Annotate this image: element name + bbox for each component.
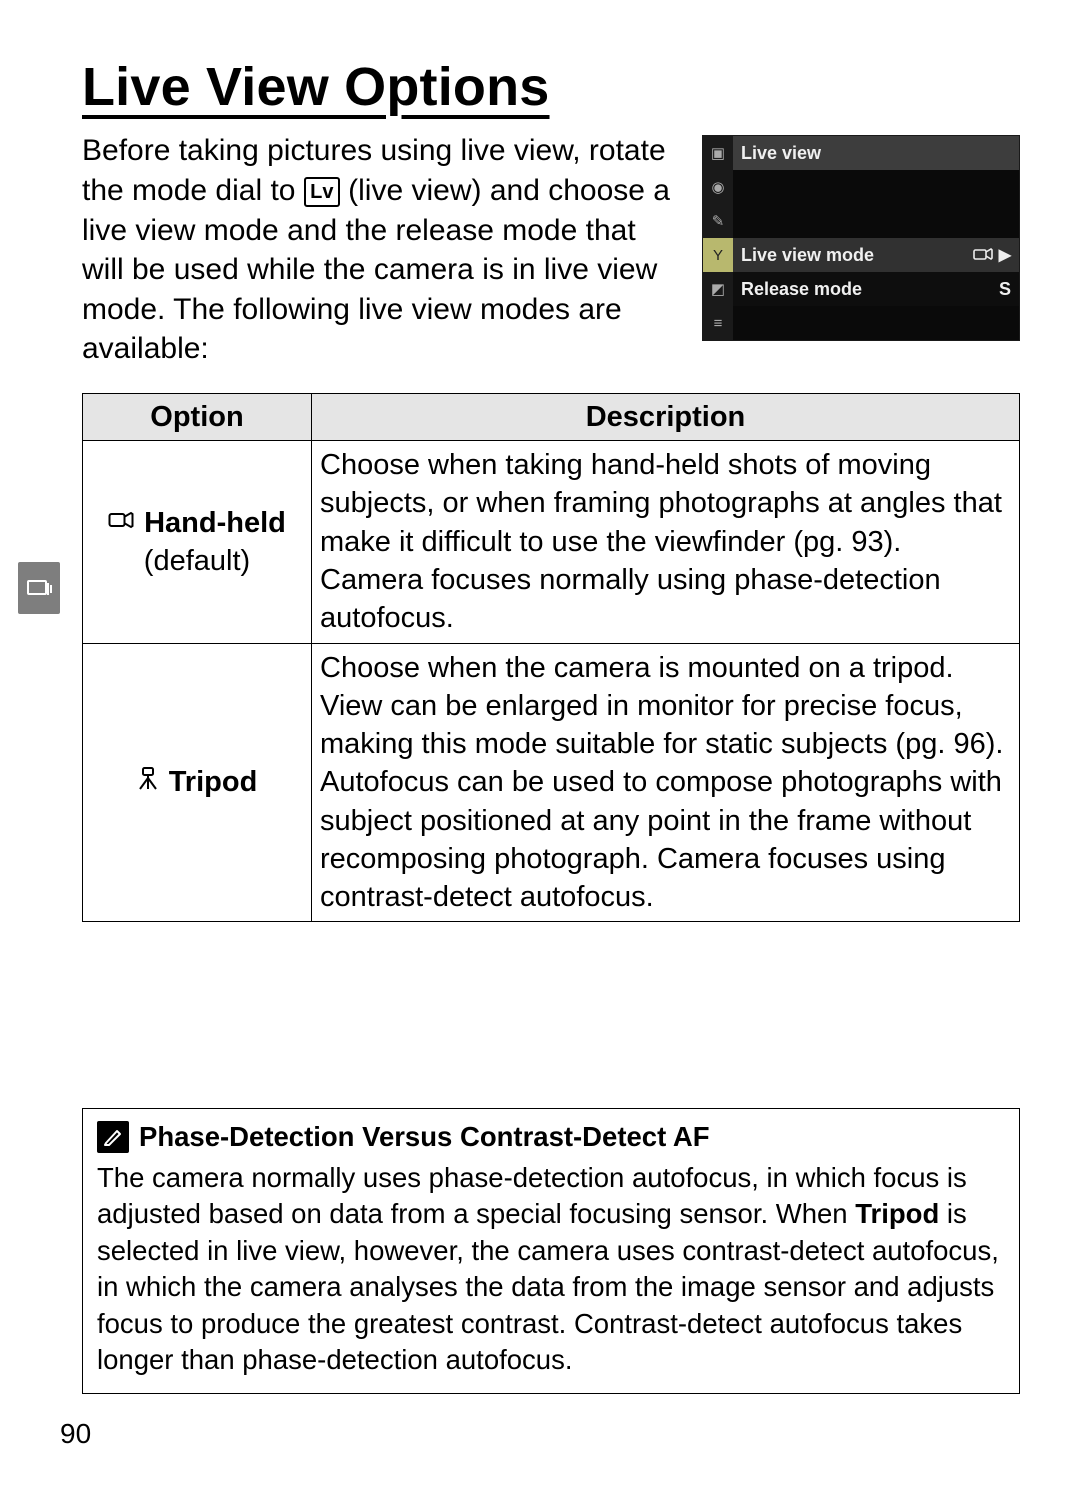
callout-body-bold: Tripod bbox=[855, 1198, 939, 1229]
camera-menu-screenshot: ▣ ◉ ✎ Y ◩ ≡ Live view Live view mode bbox=[702, 135, 1020, 341]
hand-held-icon bbox=[108, 508, 134, 537]
callout-body: The camera normally uses phase-detection… bbox=[97, 1160, 1005, 1379]
menu-live-view-mode-row: Live view mode ▶ bbox=[733, 238, 1019, 272]
option-description: Choose when the camera is mounted on a t… bbox=[312, 643, 1020, 922]
page-number: 90 bbox=[60, 1418, 91, 1450]
menu-side-icon-setup: Y bbox=[703, 238, 733, 272]
hand-held-icon bbox=[973, 245, 993, 266]
option-description: Choose when taking hand-held shots of mo… bbox=[312, 441, 1020, 643]
table-header-description: Description bbox=[312, 393, 1020, 440]
menu-release-mode-row: Release mode S bbox=[733, 272, 1019, 306]
manual-page: Live View Options Before taking pictures… bbox=[0, 0, 1080, 1486]
option-label: Hand-held bbox=[144, 504, 286, 542]
menu-side-icon-pencil: ✎ bbox=[703, 204, 733, 238]
callout-title: Phase-Detection Versus Contrast-Detect A… bbox=[139, 1119, 710, 1156]
menu-side-icon-retouch: ◩ bbox=[703, 272, 733, 306]
menu-title-row: Live view bbox=[733, 136, 1019, 170]
note-icon bbox=[97, 1121, 129, 1153]
option-sublabel: (default) bbox=[91, 542, 303, 580]
menu-side-icon-recent: ≡ bbox=[703, 306, 733, 340]
live-view-dial-icon: Lv bbox=[304, 177, 340, 207]
table-row: Hand-held (default) Choose when taking h… bbox=[83, 441, 1020, 643]
menu-spacer-row bbox=[733, 170, 1019, 204]
options-table: Option Description Hand-held (default) C… bbox=[82, 393, 1020, 922]
menu-row-label: Live view mode bbox=[741, 245, 874, 266]
intro-paragraph: Before taking pictures using live view, … bbox=[82, 131, 674, 369]
callout-body-pre: The camera normally uses phase-detection… bbox=[97, 1162, 967, 1230]
menu-spacer-row bbox=[733, 306, 1019, 340]
chevron-right-icon: ▶ bbox=[999, 245, 1011, 265]
table-row: Tripod Choose when the camera is mounted… bbox=[83, 643, 1020, 922]
intro-row: Before taking pictures using live view, … bbox=[82, 131, 1020, 369]
page-title: Live View Options bbox=[82, 58, 1020, 117]
option-label: Tripod bbox=[169, 763, 258, 801]
table-header-option: Option bbox=[83, 393, 312, 440]
callout-box: Phase-Detection Versus Contrast-Detect A… bbox=[82, 1108, 1020, 1394]
tripod-icon bbox=[137, 767, 159, 798]
menu-title: Live view bbox=[741, 143, 821, 164]
menu-side-icon-camera: ◉ bbox=[703, 170, 733, 204]
callout-header: Phase-Detection Versus Contrast-Detect A… bbox=[97, 1119, 1005, 1156]
menu-side-icon-play: ▣ bbox=[703, 136, 733, 170]
menu-row-label: Release mode bbox=[741, 279, 862, 300]
menu-release-value: S bbox=[999, 279, 1011, 300]
section-tab-icon bbox=[18, 562, 60, 614]
menu-spacer-row bbox=[733, 204, 1019, 238]
